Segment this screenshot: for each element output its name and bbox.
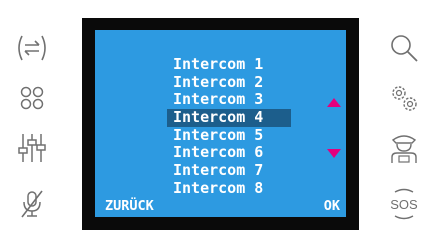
sos-icon: SOS (390, 188, 418, 220)
sos-label: SOS (390, 197, 418, 212)
mute-button[interactable] (12, 184, 52, 224)
options-button[interactable] (12, 78, 52, 118)
sos-button[interactable]: SOS (384, 184, 424, 224)
search-button[interactable] (384, 28, 424, 68)
scroll-up-arrow-icon[interactable] (327, 98, 341, 107)
list-item-label: Intercom 6 (173, 143, 264, 162)
audio-settings-button[interactable] (12, 128, 52, 168)
list-item-label: Intercom 7 (173, 161, 264, 180)
list-item[interactable]: Intercom 8 (95, 178, 346, 198)
list-item-label: Intercom 4 (173, 108, 264, 127)
intercom-list: Intercom 1 Intercom 2 Intercom 3 Interco… (95, 55, 346, 198)
concierge-button[interactable] (384, 128, 424, 168)
list-item-label: Intercom 5 (173, 125, 264, 144)
list-item[interactable]: Intercom 6 (95, 144, 346, 162)
list-item[interactable]: Intercom 5 (95, 125, 346, 145)
mute-mic-icon (21, 190, 43, 218)
list-item-label: Intercom 8 (173, 178, 264, 197)
equalizer-icon (18, 134, 46, 162)
list-item-label: Intercom 1 (173, 55, 264, 73)
list-item-label: Intercom 3 (173, 90, 264, 109)
ok-softkey[interactable]: OK (324, 198, 340, 214)
concierge-icon (391, 135, 417, 163)
list-item[interactable]: Intercom 1 (95, 55, 346, 74)
intercom-call-button[interactable] (12, 28, 52, 68)
settings-dots-icon (20, 86, 44, 110)
list-item[interactable]: Intercom 2 (95, 72, 346, 92)
gears-icon (392, 86, 417, 111)
settings-button[interactable] (384, 78, 424, 118)
scroll-down-arrow-icon[interactable] (327, 149, 341, 158)
intercom-transfer-icon (18, 35, 46, 61)
list-item-selected[interactable]: Intercom 4 (95, 108, 346, 127)
search-icon (391, 35, 418, 62)
list-item-label: Intercom 2 (173, 72, 264, 91)
list-item[interactable]: Intercom 7 (95, 161, 346, 180)
back-softkey[interactable]: ZURÜCK (105, 198, 154, 214)
list-item[interactable]: Intercom 3 (95, 91, 346, 109)
display-screen: Intercom 1 Intercom 2 Intercom 3 Interco… (95, 30, 346, 217)
